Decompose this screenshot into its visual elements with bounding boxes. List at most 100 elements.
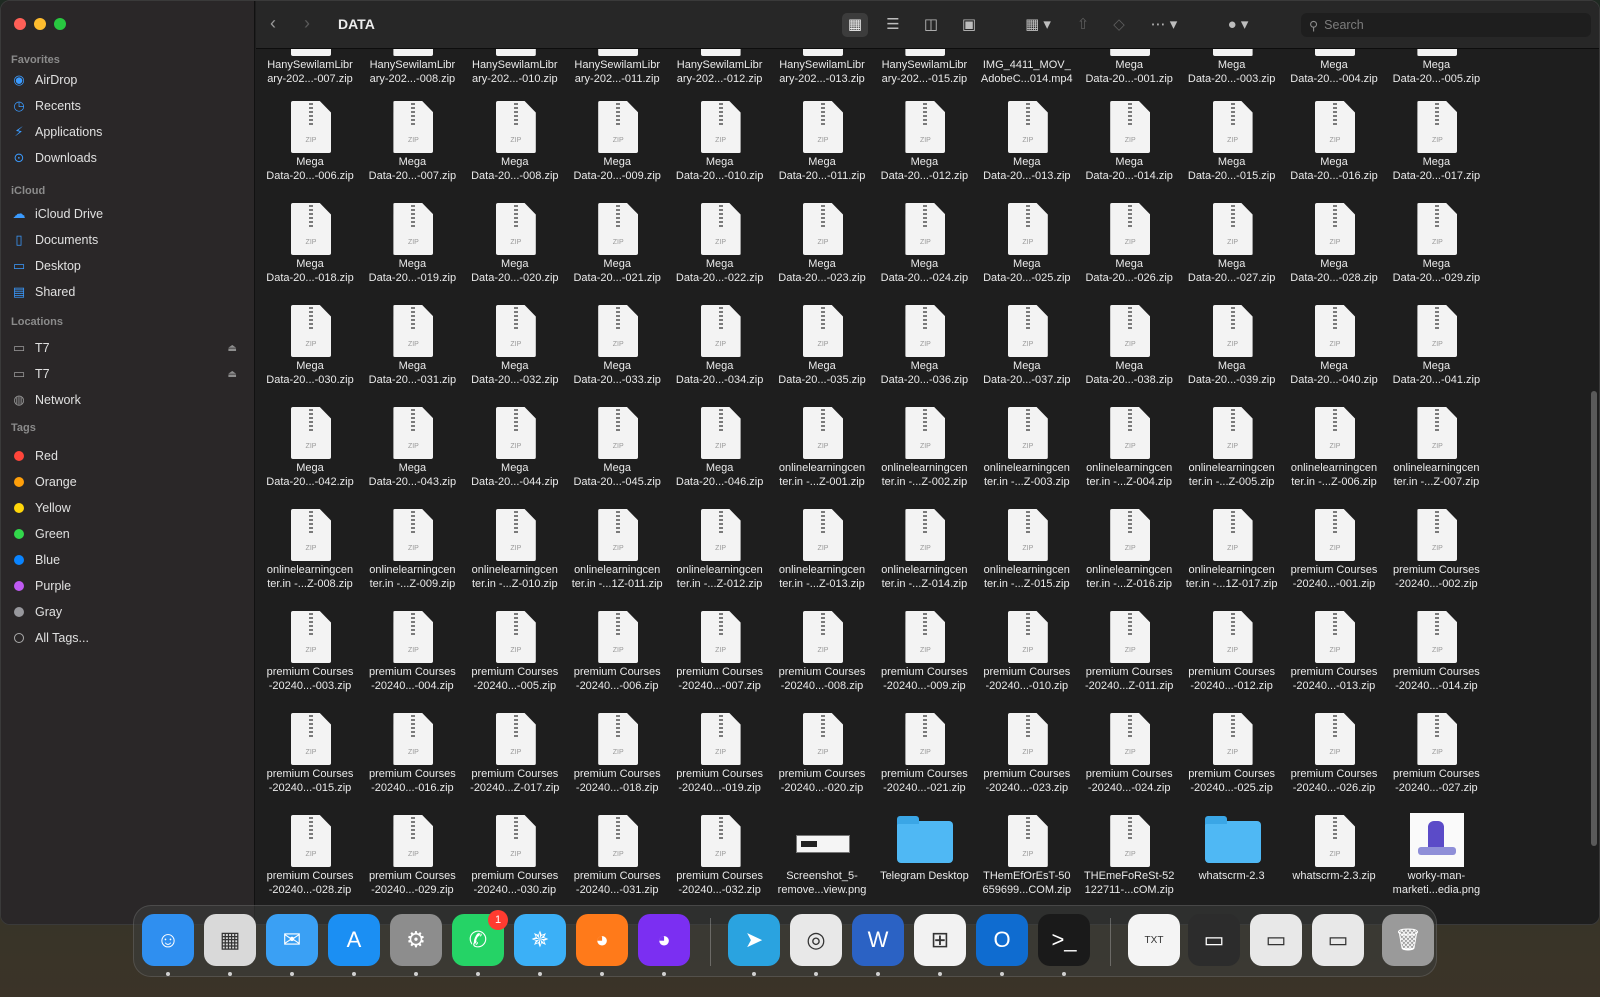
file-item[interactable]: onlinelearningcen ter.in -...1Z-017.zip [1182,509,1282,607]
file-item[interactable]: onlinelearningcen ter.in -...Z-014.zip [874,509,974,607]
file-item[interactable]: Mega Data-20...-026.zip [1079,203,1179,301]
file-item[interactable]: Mega Data-20...-020.zip [465,203,565,301]
file-item[interactable]: THEmeFoReSt-52 122711-...cOM.zip [1079,815,1179,913]
file-item[interactable]: premium Courses -20240...-029.zip [362,815,462,913]
file-item[interactable]: Mega Data-20...-018.zip [260,203,360,301]
file-item[interactable]: onlinelearningcen ter.in -...Z-002.zip [874,407,974,505]
file-item[interactable]: premium Courses -20240...-008.zip [772,611,872,709]
file-item[interactable]: onlinelearningcen ter.in -...Z-016.zip [1079,509,1179,607]
file-item[interactable]: premium Courses -20240...-014.zip [1386,611,1486,709]
dock-app-windows-app[interactable]: ⊞ [914,914,966,966]
sidebar-item-desktop[interactable]: ▭ Desktop [11,255,241,277]
icon-view-icon[interactable]: ▦ [842,13,868,37]
file-item[interactable]: Mega Data-20...-044.zip [465,407,565,505]
file-item[interactable]: premium Courses -20240...-024.zip [1079,713,1179,811]
gallery-view-icon[interactable]: ▣ [956,13,982,37]
sidebar-tag-green[interactable]: Green [11,523,241,545]
sidebar-tag-red[interactable]: Red [11,445,241,467]
file-item[interactable]: onlinelearningcen ter.in -...Z-013.zip [772,509,872,607]
file-item[interactable]: Mega Data-20...-043.zip [362,407,462,505]
file-item[interactable]: premium Courses -20240...Z-017.zip [465,713,565,811]
file-item[interactable]: onlinelearningcen ter.in -...Z-003.zip [977,407,1077,505]
file-item[interactable]: HanySewilamLibr ary-202...-007.zip [260,49,360,102]
sidebar-tag-blue[interactable]: Blue [11,549,241,571]
file-item[interactable]: whatscrm-2.3.zip [1284,815,1384,913]
sidebar-item-t7[interactable]: ▭ T7 ⏏ [11,337,241,359]
file-item[interactable]: Mega Data-20...-023.zip [772,203,872,301]
dock-app-chrome[interactable]: ◎ [790,914,842,966]
file-item[interactable]: premium Courses -20240...-027.zip [1386,713,1486,811]
file-item[interactable]: IMG_4411_MOV_ AdobeC...014.mp4 [977,49,1077,102]
file-item[interactable]: Mega Data-20...-031.zip [362,305,462,403]
file-item[interactable]: HanySewilamLibr ary-202...-015.zip [874,49,974,102]
sidebar-item-downloads[interactable]: ⊙ Downloads [11,147,241,169]
file-item[interactable]: Mega Data-20...-038.zip [1079,305,1179,403]
file-item[interactable]: Mega Data-20...-034.zip [670,305,770,403]
dock-app-terminal[interactable]: >_ [1038,914,1090,966]
file-item[interactable]: onlinelearningcen ter.in -...Z-001.zip [772,407,872,505]
file-item[interactable]: Mega Data-20...-027.zip [1182,203,1282,301]
file-item[interactable]: Mega Data-20...-015.zip [1182,101,1282,199]
dock-app-text-file[interactable]: TXT [1128,914,1180,966]
file-item[interactable]: Telegram Desktop [874,815,974,913]
file-item[interactable]: Mega Data-20...-011.zip [772,101,872,199]
file-item[interactable]: Mega Data-20...-001.zip [1079,49,1179,102]
file-item[interactable]: premium Courses -20240...-015.zip [260,713,360,811]
back-button[interactable]: ‹ [270,13,276,34]
more-actions-icon[interactable]: ⋯ ▾ [1144,13,1184,37]
file-item[interactable]: premium Courses -20240...-005.zip [465,611,565,709]
file-item[interactable]: Mega Data-20...-006.zip [260,101,360,199]
dock-app-minimized-window-1[interactable]: ▭ [1188,914,1240,966]
file-item[interactable]: Mega Data-20...-035.zip [772,305,872,403]
file-item[interactable]: premium Courses -20240...Z-011.zip [1079,611,1179,709]
list-view-icon[interactable]: ☰ [880,13,906,37]
file-item[interactable]: Mega Data-20...-008.zip [465,101,565,199]
zoom-button[interactable] [54,18,66,30]
file-item[interactable]: HanySewilamLibr ary-202...-011.zip [567,49,667,102]
file-item[interactable]: Mega Data-20...-029.zip [1386,203,1486,301]
dock-app-firefox[interactable]: ◕ [576,914,628,966]
dock-app-firefox-dev[interactable]: ◕ [638,914,690,966]
file-item[interactable]: Mega Data-20...-017.zip [1386,101,1486,199]
sidebar-item-icloud-drive[interactable]: ☁ iCloud Drive [11,203,241,225]
file-item[interactable]: Mega Data-20...-014.zip [1079,101,1179,199]
close-button[interactable] [14,18,26,30]
file-item[interactable]: onlinelearningcen ter.in -...Z-012.zip [670,509,770,607]
search-field[interactable]: ⚲ [1301,13,1591,37]
file-item[interactable]: Mega Data-20...-004.zip [1284,49,1384,102]
sidebar-item-t7[interactable]: ▭ T7 ⏏ [11,363,241,385]
sidebar-tag-purple[interactable]: Purple [11,575,241,597]
dock-app-launchpad[interactable]: ▦ [204,914,256,966]
sidebar-tag-all-tags[interactable]: All Tags... [11,627,241,649]
search-input[interactable] [1324,18,1565,32]
file-item[interactable]: Screenshot_5- remove...view.png [772,815,872,913]
eject-icon[interactable]: ⏏ [228,369,237,380]
dock-app-app-store[interactable]: A [328,914,380,966]
file-item[interactable]: premium Courses -20240...-020.zip [772,713,872,811]
sidebar-item-documents[interactable]: ▯ Documents [11,229,241,251]
file-item[interactable]: onlinelearningcen ter.in -...Z-010.zip [465,509,565,607]
dock-app-telegram[interactable]: ➤ [728,914,780,966]
dock-app-outlook[interactable]: O [976,914,1028,966]
file-item[interactable]: Mega Data-20...-022.zip [670,203,770,301]
eject-icon[interactable]: ⏏ [228,343,237,354]
file-item[interactable]: premium Courses -20240...-012.zip [1182,611,1282,709]
file-item[interactable]: whatscrm-2.3 [1182,815,1282,913]
file-item[interactable]: onlinelearningcen ter.in -...Z-008.zip [260,509,360,607]
sidebar-item-applications[interactable]: ⚡ Applications [11,121,241,143]
file-item[interactable]: Mega Data-20...-016.zip [1284,101,1384,199]
file-item[interactable]: premium Courses -20240...-007.zip [670,611,770,709]
file-item[interactable]: Mega Data-20...-009.zip [567,101,667,199]
file-item[interactable]: Mega Data-20...-032.zip [465,305,565,403]
file-item[interactable]: premium Courses -20240...-021.zip [874,713,974,811]
file-item[interactable]: Mega Data-20...-007.zip [362,101,462,199]
file-item[interactable]: premium Courses -20240...-032.zip [670,815,770,913]
file-item[interactable]: Mega Data-20...-030.zip [260,305,360,403]
file-item[interactable]: premium Courses -20240...-016.zip [362,713,462,811]
file-item[interactable]: Mega Data-20...-042.zip [260,407,360,505]
file-item[interactable]: Mega Data-20...-036.zip [874,305,974,403]
sidebar-tag-yellow[interactable]: Yellow [11,497,241,519]
dock-app-finder[interactable]: ☺ [142,914,194,966]
sidebar-item-network[interactable]: ◍ Network [11,389,241,411]
column-view-icon[interactable]: ◫ [918,13,944,37]
